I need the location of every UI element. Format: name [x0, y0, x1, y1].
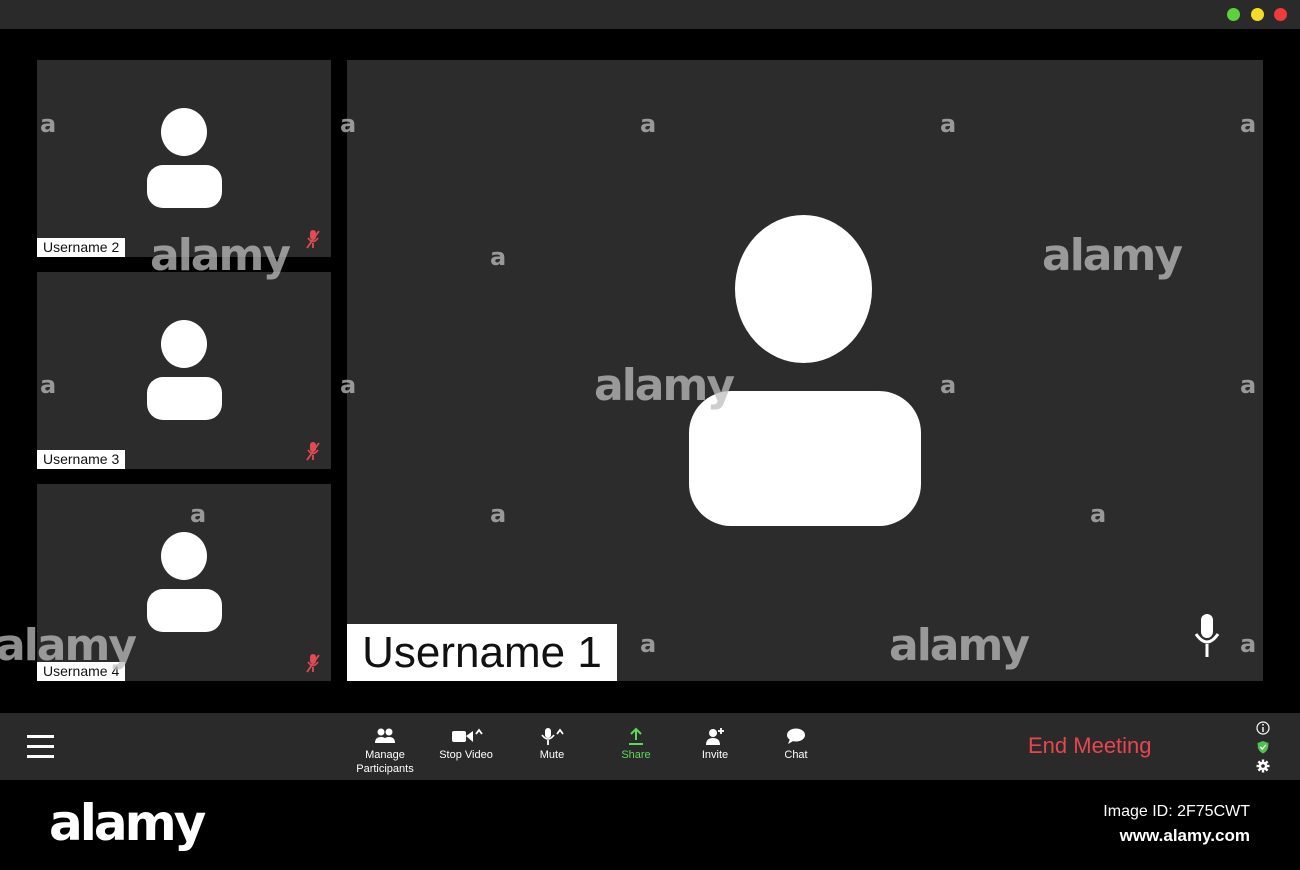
- window-minimize-button[interactable]: [1251, 8, 1264, 21]
- shield-icon[interactable]: [1256, 740, 1270, 754]
- window-maximize-button[interactable]: [1227, 8, 1240, 21]
- mic-muted-icon: [306, 230, 320, 249]
- participant-name-label: Username 2: [37, 238, 126, 257]
- end-meeting-button[interactable]: End Meeting: [1028, 733, 1152, 759]
- avatar-head: [161, 320, 207, 368]
- invite-label: Invite: [701, 749, 729, 761]
- mic-muted-icon: [306, 654, 320, 673]
- microphone-icon: [541, 728, 564, 745]
- avatar-body: [147, 589, 222, 632]
- share-upload-icon: [629, 727, 643, 745]
- participant-name-label: Username 3: [37, 450, 126, 469]
- mute-label: Mute: [539, 749, 565, 761]
- active-speaker-name-label: Username 1: [347, 624, 617, 681]
- chat-label: Chat: [784, 749, 808, 761]
- chat-bubble-icon: [787, 728, 805, 744]
- chat-button[interactable]: Chat: [778, 727, 814, 762]
- avatar-head: [735, 215, 872, 363]
- participant-tile-2[interactable]: Username 2: [37, 60, 331, 257]
- video-camera-icon: [452, 728, 483, 742]
- manage-participants-label: Manage Participants: [356, 749, 414, 775]
- participant-name-label: Username 4: [37, 662, 126, 681]
- mic-icon: [1194, 614, 1220, 657]
- window-close-button[interactable]: [1274, 8, 1287, 21]
- add-user-icon: [706, 728, 724, 745]
- mute-button[interactable]: Mute: [531, 727, 573, 762]
- invite-button[interactable]: Invite: [696, 727, 734, 762]
- share-button[interactable]: Share: [616, 727, 656, 762]
- participant-tile-3[interactable]: Username 3: [37, 272, 331, 469]
- hamburger-menu-button[interactable]: [27, 735, 54, 759]
- mic-muted-icon: [306, 442, 320, 461]
- stop-video-button[interactable]: Stop Video: [438, 727, 494, 762]
- participants-icon: [375, 728, 395, 743]
- stock-url-text: www.alamy.com: [1119, 826, 1250, 845]
- hamburger-icon: [27, 735, 54, 738]
- gear-icon[interactable]: [1256, 759, 1270, 773]
- meeting-toolbar: Manage Participants Stop Video Mute Shar…: [0, 713, 1300, 780]
- avatar-head: [161, 108, 207, 156]
- avatar-body: [147, 165, 222, 208]
- stop-video-label: Stop Video: [439, 749, 493, 761]
- alamy-logo: alamy: [49, 794, 206, 852]
- image-id-text: Image ID: 2F75CWT: [1103, 803, 1250, 820]
- avatar-body: [689, 391, 921, 526]
- active-speaker-tile[interactable]: Username 1: [347, 60, 1263, 681]
- stock-footer: alamy Image ID: 2F75CWT www.alamy.com: [0, 780, 1300, 870]
- manage-participants-button[interactable]: Manage Participants: [355, 727, 415, 776]
- info-icon[interactable]: [1256, 721, 1270, 735]
- participant-tile-4[interactable]: Username 4: [37, 484, 331, 681]
- share-label: Share: [621, 749, 651, 761]
- avatar-body: [147, 377, 222, 420]
- avatar-head: [161, 532, 207, 580]
- window-titlebar: [0, 0, 1300, 29]
